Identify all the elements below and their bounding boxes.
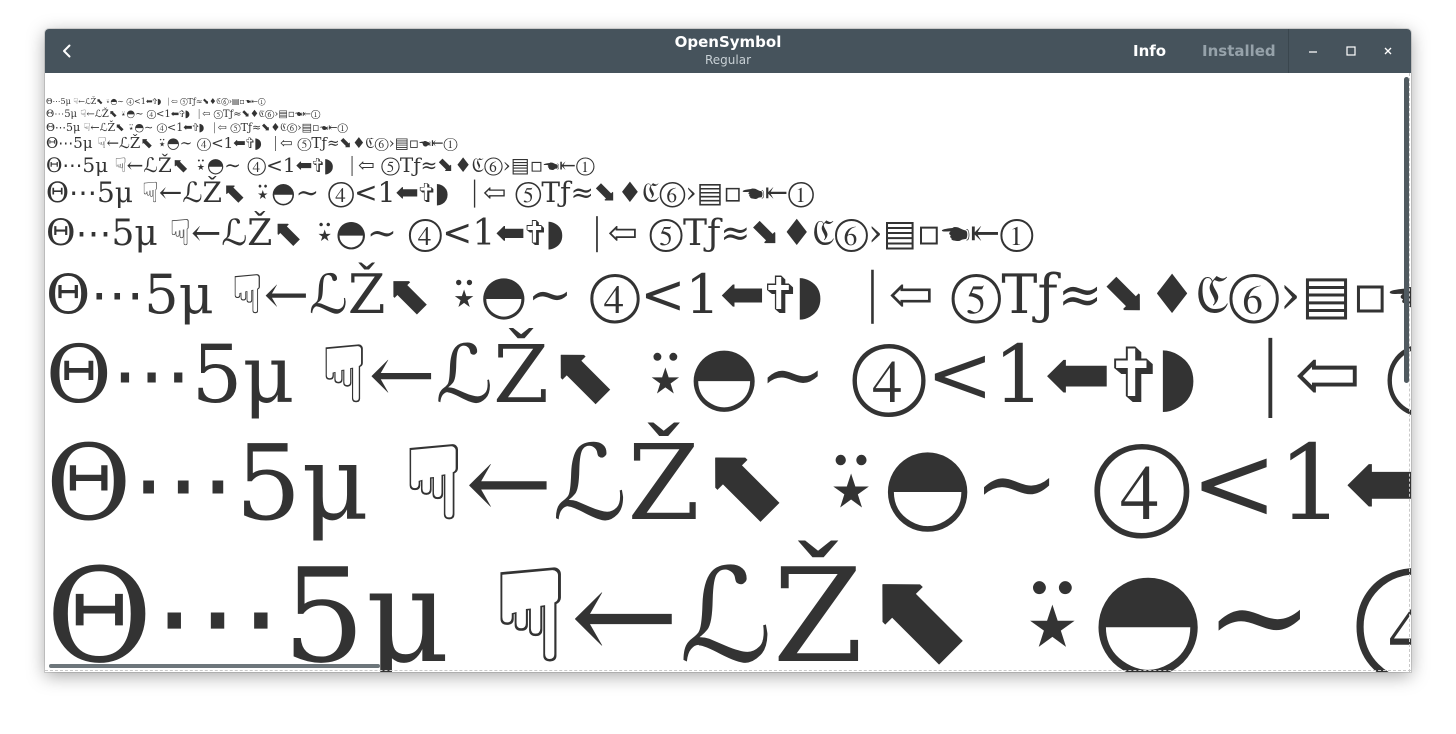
horizontal-scrollbar[interactable] [49,664,380,668]
preview-line-8: Θ⋯5μ ☟←ℒŽ⬉ ⍣◓∼ ④<1⬅✞◗⎹ ⇦ ⑤Tƒ≈⬊♦ℭ⑥›▤▫☚⇤① [46,97,266,106]
maximize-icon [1346,46,1356,56]
content-edge-bottom [45,670,1411,671]
preview-line-48: Θ⋯5μ ☟←ℒŽ⬉ ⍣◓∼ ④<1⬅✞◗⎹ ⇦ ⑤Tƒ≈⬊♦ℭ⑥›▤▫☚⇤① [46,263,1411,326]
vertical-scrollbar[interactable] [1404,77,1409,383]
installed-button[interactable]: Installed [1202,39,1276,63]
font-preview: Θ⋯5μ ☟←ℒŽ⬉ ⍣◓∼ ④<1⬅✞◗⎹ ⇦ ⑤Tƒ≈⬊♦ℭ⑥›▤▫☚⇤① … [45,73,1411,673]
preview-line-18: Θ⋯5μ ☟←ℒŽ⬉ ⍣◓∼ ④<1⬅✞◗⎹ ⇦ ⑤Tƒ≈⬊♦ℭ⑥›▤▫☚⇤① [46,153,595,177]
preview-line-14: Θ⋯5μ ☟←ℒŽ⬉ ⍣◓∼ ④<1⬅✞◗⎹ ⇦ ⑤Tƒ≈⬊♦ℭ⑥›▤▫☚⇤① [46,134,458,152]
minimize-icon [1309,51,1317,53]
preview-line-30: Θ⋯5μ ☟←ℒŽ⬉ ⍣◓∼ ④<1⬅✞◗⎹ ⇦ ⑤Tƒ≈⬊♦ℭ⑥›▤▫☚⇤① [46,213,1034,254]
preview-line-11: Θ⋯5μ ☟←ℒŽ⬉ ⍣◓∼ ④<1⬅✞◗⎹ ⇦ ⑤Tƒ≈⬊♦ℭ⑥›▤▫☚⇤① [46,121,348,134]
preview-line-72: Θ⋯5μ ☟←ℒŽ⬉ ⍣◓∼ ④<1⬅✞◗⎹ ⇦ ⑤Tƒ≈⬊♦ℭ⑥›▤▫☚⇤① [46,328,1411,421]
preview-line-10: Θ⋯5μ ☟←ℒŽ⬉ ⍣◓∼ ④<1⬅✞◗⎹ ⇦ ⑤Tƒ≈⬊♦ℭ⑥›▤▫☚⇤① [46,109,321,120]
preview-line-96: Θ⋯5μ ☟←ℒŽ⬉ ⍣◓∼ ④<1⬅✞◗⎹ ⇦ ⑤Tƒ≈⬊♦ℭ⑥›▤▫☚⇤① [46,422,1411,544]
maximize-button[interactable] [1339,39,1363,63]
back-button[interactable] [51,35,83,67]
font-preview-scroll-area[interactable]: Θ⋯5μ ☟←ℒŽ⬉ ⍣◓∼ ④<1⬅✞◗⎹ ⇦ ⑤Tƒ≈⬊♦ℭ⑥›▤▫☚⇤① … [45,73,1411,672]
header-separator [1288,29,1289,73]
font-viewer-window: OpenSymbol Regular Info Installed Θ⋯5μ ☟… [45,29,1411,672]
header-bar: OpenSymbol Regular Info Installed [45,29,1411,73]
close-button[interactable] [1376,39,1400,63]
minimize-button[interactable] [1301,39,1325,63]
close-icon [1384,47,1392,55]
content-edge-right [1409,73,1410,672]
preview-line-120: Θ⋯5μ ☟←ℒŽ⬉ ⍣◓∼ ④<1⬅✞◗⎹ ⇦ ⑤Tƒ≈⬊♦ℭ⑥›▤▫☚⇤① [46,540,1411,672]
preview-line-24: Θ⋯5μ ☟←ℒŽ⬉ ⍣◓∼ ④<1⬅✞◗⎹ ⇦ ⑤Tƒ≈⬊♦ℭ⑥›▤▫☚⇤① [46,176,815,209]
info-button[interactable]: Info [1133,39,1166,63]
chevron-left-icon [63,44,71,58]
